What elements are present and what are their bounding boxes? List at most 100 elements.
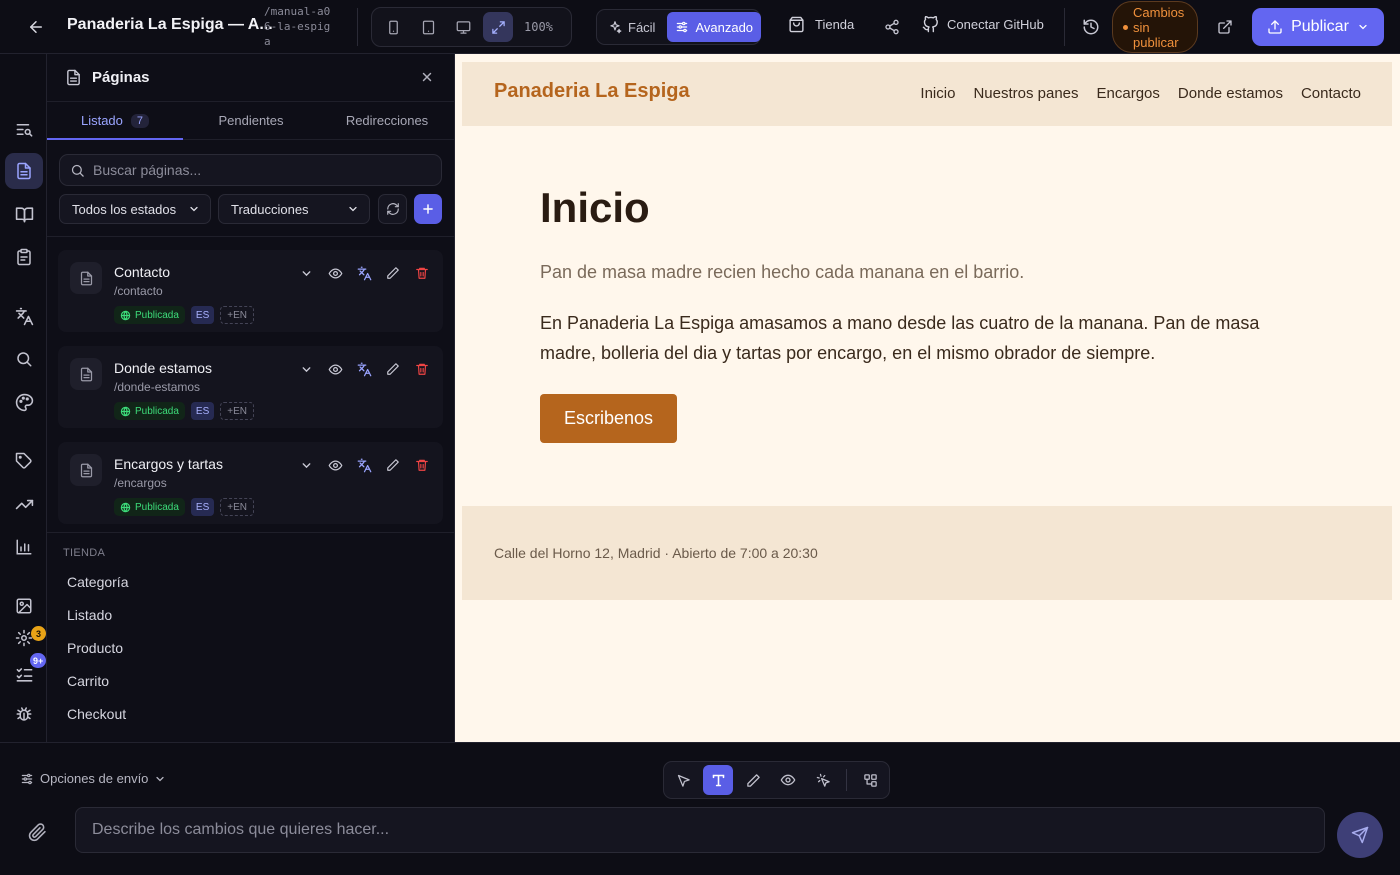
tab-redirecciones[interactable]: Redirecciones: [319, 102, 454, 139]
translate-button[interactable]: [355, 456, 373, 474]
rail-item-media[interactable]: [5, 588, 43, 624]
mode-easy-button[interactable]: Fácil: [600, 12, 663, 42]
site-header: Panaderia La Espiga Inicio Nuestros pane…: [462, 62, 1392, 126]
arrow-left-icon: [30, 21, 42, 33]
refresh-button[interactable]: [378, 194, 407, 224]
add-translation-badge[interactable]: +EN: [220, 402, 254, 420]
fullscreen-view-button[interactable]: [483, 12, 513, 42]
page-card[interactable]: Donde estamos /donde-estamos Publicada E…: [58, 346, 443, 428]
tab-listado[interactable]: Listado 7: [47, 102, 183, 140]
close-panel-button[interactable]: [420, 70, 434, 84]
notification-badge: 3: [31, 626, 46, 641]
page-card[interactable]: Encargos y tartas /encargos Publicada ES…: [58, 442, 443, 524]
select-tool-button[interactable]: [668, 765, 698, 795]
rail-item-analytics[interactable]: [5, 529, 43, 565]
add-page-button[interactable]: [414, 194, 442, 224]
file-icon: [70, 262, 102, 294]
site-preview: Panaderia La Espiga Inicio Nuestros pane…: [455, 54, 1400, 742]
text-tool-button[interactable]: [703, 765, 733, 795]
tablet-view-button[interactable]: [413, 12, 443, 42]
nav-link-contacto[interactable]: Contacto: [1301, 85, 1361, 102]
translation-filter-select[interactable]: Traducciones: [218, 194, 370, 224]
palette-icon: [15, 393, 33, 411]
shop-section-label: TIENDA: [63, 547, 106, 559]
rail-item-debug[interactable]: [5, 696, 43, 732]
prompt-input[interactable]: [92, 821, 1292, 839]
shop-item-checkout[interactable]: Checkout: [67, 706, 126, 722]
delete-button[interactable]: [413, 264, 431, 282]
nav-link-encargos[interactable]: Encargos: [1097, 85, 1160, 102]
divider: [846, 769, 847, 791]
site-nav: Inicio Nuestros panes Encargos Donde est…: [920, 85, 1361, 102]
rail-item-blog[interactable]: [5, 196, 43, 232]
cta-button[interactable]: Escribenos: [540, 394, 677, 443]
expand-button[interactable]: [297, 456, 315, 474]
list-checks-icon: [16, 667, 32, 682]
list-search-icon: [16, 123, 32, 137]
editor-toolbar: [663, 761, 890, 799]
rail-item-trends[interactable]: [5, 486, 43, 522]
share-button[interactable]: [878, 13, 906, 41]
magic-select-button[interactable]: [808, 765, 838, 795]
preview-button[interactable]: [326, 264, 344, 282]
tag-icon: [15, 452, 32, 469]
rail-item-translations[interactable]: [5, 298, 43, 334]
panel-tabs: Listado 7 Pendientes Redirecciones: [47, 102, 454, 140]
preview-button[interactable]: [326, 456, 344, 474]
history-button[interactable]: [1077, 13, 1105, 41]
expand-button[interactable]: [297, 360, 315, 378]
nav-link-inicio[interactable]: Inicio: [920, 85, 955, 102]
draw-tool-button[interactable]: [738, 765, 768, 795]
shop-item-producto[interactable]: Producto: [67, 640, 123, 656]
translate-button[interactable]: [355, 264, 373, 282]
unpublished-changes-badge[interactable]: Cambios sin publicar: [1112, 1, 1198, 53]
shop-item-listado[interactable]: Listado: [67, 607, 112, 623]
send-button[interactable]: [1337, 812, 1383, 858]
send-options-button[interactable]: Opciones de envío: [20, 771, 166, 786]
connect-github-button[interactable]: Conectar GitHub: [922, 16, 1044, 33]
open-site-button[interactable]: [1211, 13, 1239, 41]
desktop-view-button[interactable]: [448, 12, 478, 42]
rail-item-seo[interactable]: [5, 111, 43, 147]
delete-button[interactable]: [413, 456, 431, 474]
nav-link-donde-estamos[interactable]: Donde estamos: [1178, 85, 1283, 102]
add-translation-badge[interactable]: +EN: [220, 306, 254, 324]
page-card[interactable]: Contacto /contacto Publicada ES +EN: [58, 250, 443, 332]
rail-item-theme[interactable]: [5, 384, 43, 420]
search-pages-input[interactable]: [93, 162, 423, 178]
shop-item-categoria[interactable]: Categoría: [67, 574, 128, 590]
page-path: /donde-estamos: [114, 380, 201, 394]
pencil-icon: [387, 459, 399, 471]
preview-tool-button[interactable]: [773, 765, 803, 795]
chevron-down-icon: [1359, 24, 1367, 30]
translate-button[interactable]: [355, 360, 373, 378]
store-button[interactable]: Tienda: [788, 16, 854, 33]
site-logo[interactable]: Panaderia La Espiga: [494, 80, 690, 103]
publish-button[interactable]: Publicar: [1252, 8, 1384, 46]
edit-button[interactable]: [384, 264, 402, 282]
delete-button[interactable]: [413, 360, 431, 378]
edit-button[interactable]: [384, 360, 402, 378]
rail-item-pages[interactable]: [5, 153, 43, 189]
shop-item-carrito[interactable]: Carrito: [67, 673, 109, 689]
tab-pendientes[interactable]: Pendientes: [183, 102, 319, 139]
attach-file-button[interactable]: [28, 823, 47, 842]
back-button[interactable]: [22, 14, 50, 40]
chevron-down-icon: [302, 462, 310, 468]
languages-icon: [357, 458, 371, 472]
rail-item-products[interactable]: [5, 443, 43, 479]
add-translation-badge[interactable]: +EN: [220, 498, 254, 516]
mobile-view-button[interactable]: [378, 12, 408, 42]
send-icon: [1351, 826, 1369, 844]
mode-advanced-label: Avanzado: [695, 19, 754, 35]
expand-button[interactable]: [297, 264, 315, 282]
rail-item-forms[interactable]: [5, 239, 43, 275]
rail-item-search[interactable]: [5, 341, 43, 377]
structure-tool-button[interactable]: [855, 765, 885, 795]
mode-advanced-button[interactable]: Avanzado: [667, 12, 762, 42]
paperclip-icon: [28, 823, 46, 842]
preview-button[interactable]: [326, 360, 344, 378]
status-filter-select[interactable]: Todos los estados: [59, 194, 211, 224]
nav-link-nuestros-panes[interactable]: Nuestros panes: [973, 85, 1078, 102]
edit-button[interactable]: [384, 456, 402, 474]
